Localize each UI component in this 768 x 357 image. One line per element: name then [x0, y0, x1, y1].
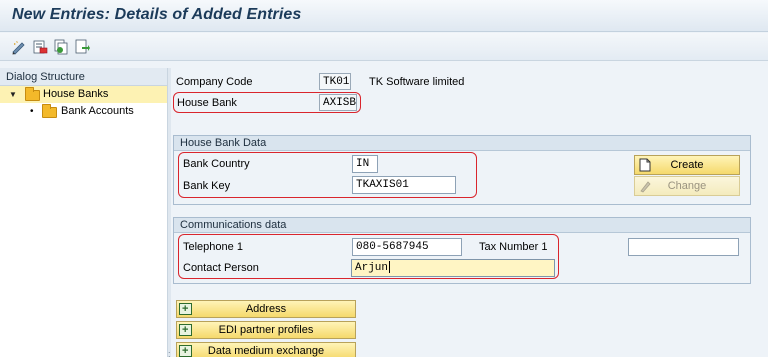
house-bank-label: House Bank	[177, 97, 237, 109]
bank-country-label: Bank Country	[183, 158, 250, 170]
bank-key-input[interactable]: TKAXIS01	[352, 176, 456, 194]
address-button[interactable]: Address	[176, 300, 356, 318]
telephone-label: Telephone 1	[183, 241, 243, 253]
address-button-label: Address	[245, 303, 287, 315]
expand-detail-icon	[179, 322, 192, 338]
window-title: New Entries: Details of Added Entries	[12, 6, 302, 23]
change-button-label: Change	[667, 180, 707, 192]
tax-number-input[interactable]	[628, 238, 739, 256]
bank-key-label: Bank Key	[183, 180, 231, 192]
new-document-icon	[639, 158, 651, 172]
pane-splitter[interactable]: ...	[168, 68, 171, 357]
bank-country-input[interactable]: IN	[352, 155, 378, 173]
contact-person-label: Contact Person	[183, 262, 259, 274]
dialog-structure-header: Dialog Structure	[0, 68, 167, 86]
data-medium-exchange-label: Data medium exchange	[207, 345, 325, 357]
tree-item-house-banks[interactable]: ▼ House Banks	[0, 86, 167, 103]
tree-item-label: Bank Accounts	[61, 105, 134, 117]
copy-entry-icon[interactable]	[52, 38, 70, 56]
splitter-grip-icon[interactable]: ...	[168, 346, 171, 357]
folder-icon	[42, 104, 57, 118]
company-code-value: TK01	[319, 73, 351, 90]
communications-data-title: Communications data	[174, 218, 750, 233]
change-button[interactable]: Change	[634, 176, 740, 196]
create-button-label: Create	[670, 159, 704, 171]
folder-icon	[25, 87, 40, 101]
edit-pencil-icon[interactable]	[10, 38, 28, 56]
dialog-structure-pane: Dialog Structure ▼ House Banks • Bank Ac…	[0, 68, 168, 357]
company-code-label: Company Code	[176, 76, 253, 88]
expand-detail-icon	[179, 343, 192, 357]
data-medium-exchange-button[interactable]: Data medium exchange	[176, 342, 356, 357]
create-button[interactable]: Create	[634, 155, 740, 175]
expand-arrow-icon[interactable]: ▼	[9, 86, 17, 103]
company-code-description: TK Software limited	[369, 76, 465, 88]
telephone-input[interactable]: 080-5687945	[352, 238, 462, 256]
edi-partner-profiles-label: EDI partner profiles	[218, 324, 314, 336]
delete-row-icon[interactable]	[31, 38, 49, 56]
house-bank-value: AXISB	[319, 94, 357, 111]
title-bar: New Entries: Details of Added Entries	[0, 0, 768, 32]
tax-number-label: Tax Number 1	[479, 241, 548, 253]
tree-item-label: House Banks	[43, 88, 109, 100]
bullet-icon: •	[30, 106, 34, 117]
application-toolbar	[0, 33, 768, 61]
tree-item-bank-accounts[interactable]: • Bank Accounts	[0, 103, 167, 120]
edi-partner-profiles-button[interactable]: EDI partner profiles	[176, 321, 356, 339]
contact-person-input[interactable]: Arjun	[351, 259, 555, 277]
pencil-icon	[640, 181, 651, 193]
expand-detail-icon	[179, 301, 192, 317]
text-caret	[389, 261, 391, 274]
export-icon[interactable]	[73, 38, 91, 56]
house-bank-data-title: House Bank Data	[174, 136, 750, 151]
contact-person-value: Arjun	[355, 262, 389, 274]
